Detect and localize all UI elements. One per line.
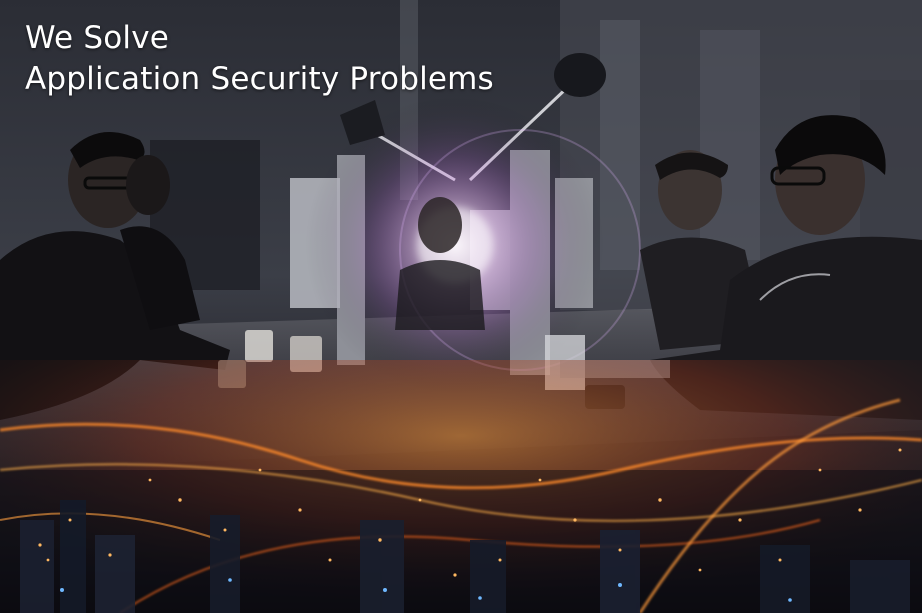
hero-headline: We Solve Application Security Problems bbox=[25, 18, 494, 100]
headline-line-2: Application Security Problems bbox=[25, 61, 494, 97]
headline-line-1: We Solve bbox=[25, 20, 170, 56]
hero-banner: We Solve Application Security Problems bbox=[0, 0, 922, 613]
